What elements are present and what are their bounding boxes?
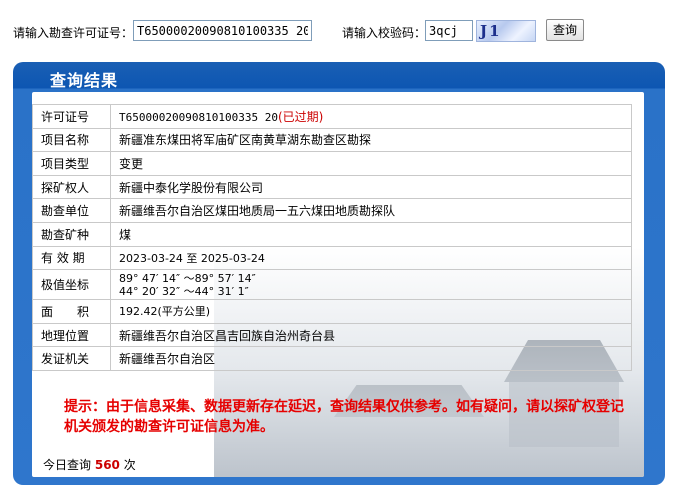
result-title: 查询结果 [50,71,119,90]
row-value: 煤 [110,221,632,247]
counter-prefix: 今日查询 [43,458,92,472]
table-row: 极值坐标 89° 47′ 14″ ～89° 57′ 14″ 44° 20′ 32″… [32,269,632,301]
captcha-label: 请输入校验码： [342,26,427,40]
row-value: 新疆中泰化学股份有限公司 [110,174,632,200]
row-key: 勘查单位 [32,198,111,223]
row-value: 新疆准东煤田将军庙矿区南黄草湖东勘查区勘探 [110,127,632,153]
row-key: 发证机关 [32,346,111,371]
row-key: 地理位置 [32,322,111,348]
query-counter: 今日查询 560 次 [43,456,136,473]
table-row: 有 效 期 2023-03-24 至 2025-03-24 [32,245,632,271]
row-value: 新疆维吾尔自治区 [110,346,632,371]
table-row: 面 积 192.42(平方公里) [32,299,632,324]
table-row: 勘查单位 新疆维吾尔自治区煤田地质局一五六煤田地质勘探队 [32,198,632,223]
permit-number: T65000020090810100335 20 [119,110,278,124]
captcha-text: J1 AC [480,22,506,41]
row-key: 勘查矿种 [32,221,111,247]
row-key: 极值坐标 [32,269,111,301]
coord-line: 44° 20′ 32″ ～44° 31′ 1″ [119,284,249,298]
search-bar: 请输入勘查许可证号： 请输入校验码： J1 AC 查询 [0,0,678,62]
coord-line: 89° 47′ 14″ ～89° 57′ 14″ [119,271,256,285]
row-key: 项目名称 [32,127,111,153]
row-key: 有 效 期 [32,245,111,271]
table-row: 探矿权人 新疆中泰化学股份有限公司 [32,174,632,200]
counter-suffix: 次 [123,458,136,472]
permit-input[interactable] [133,20,312,41]
row-value: 新疆维吾尔自治区昌吉回族自治州奇台县 [110,322,632,348]
expired-badge: (已过期) [277,109,324,124]
row-key: 许可证号 [32,104,111,129]
row-key: 面 积 [32,299,111,324]
counter-value: 560 [94,458,120,472]
table-row: 勘查矿种 煤 [32,221,632,247]
table-row: 地理位置 新疆维吾尔自治区昌吉回族自治州奇台县 [32,322,632,348]
row-value: 2023-03-24 至 2025-03-24 [110,245,632,271]
permit-label: 请输入勘查许可证号： [13,26,134,40]
row-value: T65000020090810100335 20(已过期) [110,104,632,129]
row-key: 项目类型 [32,151,111,176]
row-value: 89° 47′ 14″ ～89° 57′ 14″ 44° 20′ 32″ ～44°… [110,269,632,301]
table-row: 发证机关 新疆维吾尔自治区 [32,346,632,371]
table-row: 许可证号 T65000020090810100335 20(已过期) [32,104,632,129]
query-button[interactable]: 查询 [546,19,584,41]
captcha-input[interactable] [425,20,473,41]
table-row: 项目名称 新疆准东煤田将军庙矿区南黄草湖东勘查区勘探 [32,127,632,153]
table-row: 项目类型 变更 [32,151,632,176]
captcha-image[interactable]: J1 AC [476,20,536,42]
notice-text: 提示：由于信息采集、数据更新存在延迟，查询结果仅供参考。如有疑问，请以探矿权登记… [64,399,624,435]
row-value: 新疆维吾尔自治区煤田地质局一五六煤田地质勘探队 [110,198,632,223]
result-table: 许可证号 T65000020090810100335 20(已过期) 项目名称 … [32,104,632,371]
row-key: 探矿权人 [32,174,111,200]
row-value: 变更 [110,151,632,176]
row-value: 192.42(平方公里) [110,299,632,324]
